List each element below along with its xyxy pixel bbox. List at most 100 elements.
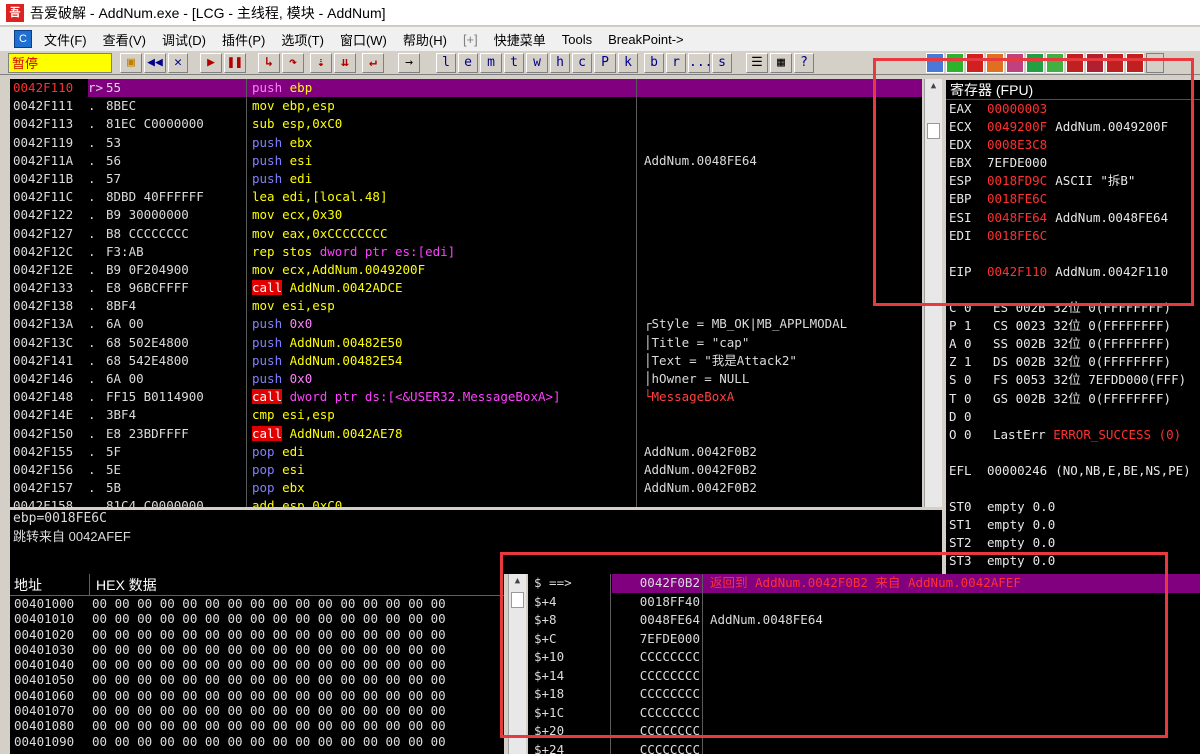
goto-icon[interactable]: → (398, 53, 420, 73)
disasm-row[interactable]: 0042F13C. 68 502E4800 push AddNum.00482E50… (10, 334, 922, 352)
disassembly-pane[interactable]: 0042F110 r> 55 push ebp 0042F111. 8BEC mov ebp… (10, 79, 922, 507)
toolbar-l[interactable]: l (436, 53, 456, 73)
register-name: A 0 (949, 336, 972, 352)
toolbar-ellipsis[interactable]: ... (688, 53, 712, 73)
register-line[interactable]: Z 1 DS 002B 32位 0(FFFFFFFF) (946, 353, 1200, 371)
menu-view[interactable]: 查看(V) (95, 30, 154, 49)
register-line[interactable]: EFL 00000246 (NO,NB,E,BE,NS,PE) (946, 462, 1200, 480)
toolbar-r[interactable]: r (666, 53, 686, 73)
register-line[interactable]: T 0 GS 002B 32位 0(FFFFFFFF) (946, 390, 1200, 408)
disasm-row[interactable]: 0042F122. B9 30000000 mov ecx,0x30 (10, 206, 922, 224)
disasm-row[interactable]: 0042F13A. 6A 00 push 0x0 ┌Style = MB_OK|MB_… (10, 315, 922, 333)
toolbar-k[interactable]: k (618, 53, 638, 73)
menu-breakpoint[interactable]: BreakPoint-> (600, 32, 692, 47)
toolbar-b[interactable]: b (644, 53, 664, 73)
register-line[interactable]: A 0 SS 002B 32位 0(FFFFFFFF) (946, 335, 1200, 353)
disasm-row[interactable]: 0042F12E. B9 0F204900 mov ecx,AddNum.00492… (10, 261, 922, 279)
memory-dump-pane[interactable]: 地址 HEX 数据 00401000 00 00 00 00 00 00 00 0… (10, 574, 504, 754)
toolbar-p[interactable]: P (594, 53, 616, 73)
dump-row[interactable]: 00401070 00 00 00 00 00 00 00 00 00 00 00… (10, 703, 504, 718)
dump-row[interactable]: 00401080 00 00 00 00 00 00 00 00 00 00 00… (10, 718, 504, 733)
disasm-row[interactable]: 0042F14E. 3BF4 cmp esi,esp (10, 406, 922, 424)
disasm-address: 0042F119 (13, 134, 74, 150)
menu-plugins[interactable]: 插件(P) (214, 30, 273, 49)
dump-row[interactable]: 00401060 00 00 00 00 00 00 00 00 00 00 00… (10, 688, 504, 703)
menu-file[interactable]: 文件(F) (36, 30, 95, 49)
register-line[interactable]: O 0 LastErr ERROR_SUCCESS (0) (946, 426, 1200, 444)
disasm-row[interactable]: 0042F127. B8 CCCCCCCC mov eax,0xCCCCCCCC (10, 225, 922, 243)
trace-into-icon[interactable]: ⇣ (310, 53, 332, 73)
toolbar-e[interactable]: e (458, 53, 478, 73)
dump-row[interactable]: 00401090 00 00 00 00 00 00 00 00 00 00 00… (10, 734, 504, 749)
dump-row[interactable]: 00401040 00 00 00 00 00 00 00 00 00 00 00… (10, 657, 504, 672)
dump-row[interactable]: 00401020 00 00 00 00 00 00 00 00 00 00 00… (10, 627, 504, 642)
toolbar-t[interactable]: t (504, 53, 524, 73)
disasm-row[interactable]: 0042F150. E8 23BDFFFF call AddNum.0042AE78 (10, 425, 922, 443)
disasm-row[interactable]: 0042F11A. 56 push esi AddNum.0048FE64 (10, 152, 922, 170)
help-icon[interactable]: ? (794, 53, 814, 73)
disasm-hex: 55 (106, 80, 122, 95)
menu-shortcut[interactable]: 快捷菜单 (486, 30, 554, 49)
register-line[interactable]: S 0 FS 0053 32位 7EFDD000(FFF) (946, 371, 1200, 389)
execute-till-return-icon[interactable]: ↵ (362, 53, 384, 73)
step-over-icon[interactable]: ↷ (282, 53, 304, 73)
disasm-row[interactable]: 0042F111. 8BEC mov ebp,esp (10, 97, 922, 115)
menu-plus[interactable]: [+] (455, 32, 486, 47)
disasm-row[interactable]: 0042F141. 68 542E4800 push AddNum.00482E54… (10, 352, 922, 370)
register-line[interactable] (946, 480, 1200, 498)
last-error-value: ERROR_SUCCESS (0) (1053, 426, 1182, 442)
step-into-icon[interactable]: ↳ (258, 53, 280, 73)
menu-help[interactable]: 帮助(H) (395, 30, 455, 49)
toolbar-s[interactable]: s (712, 53, 732, 73)
disasm-row[interactable]: 0042F148. FF15 B0114900 call dword ptr ds:… (10, 388, 922, 406)
list-icon[interactable]: ☰ (746, 53, 768, 73)
disasm-row[interactable]: 0042F138. 8BF4 mov esi,esp (10, 297, 922, 315)
dump-row[interactable]: 00401000 00 00 00 00 00 00 00 00 00 00 00… (10, 596, 504, 611)
dump-header-address[interactable]: 地址 (10, 574, 90, 595)
toolbar-m[interactable]: m (480, 53, 502, 73)
toolbar-h[interactable]: h (550, 53, 570, 73)
trace-over-icon[interactable]: ⇊ (334, 53, 356, 73)
open-file-icon[interactable]: ▣ (120, 53, 142, 73)
disasm-row[interactable]: 0042F157. 5B pop ebx AddNum.0042F0B2 (10, 479, 922, 497)
menu-window[interactable]: 窗口(W) (332, 30, 395, 49)
disasm-hex: 53 (106, 134, 122, 150)
dump-row[interactable]: 00401030 00 00 00 00 00 00 00 00 00 00 00… (10, 642, 504, 657)
disasm-row[interactable]: 0042F158. 81C4 C0000000 add esp,0xC0 (10, 497, 922, 507)
register-line[interactable]: D 0 (946, 408, 1200, 426)
disasm-row[interactable]: 0042F11C. 8DBD 40FFFFFF lea edi,[local.48] (10, 188, 922, 206)
register-line[interactable]: ST2 empty 0.0 (946, 534, 1200, 552)
dump-row[interactable]: 00401050 00 00 00 00 00 00 00 00 00 00 00… (10, 672, 504, 687)
dump-row[interactable]: 00401010 00 00 00 00 00 00 00 00 00 00 00… (10, 611, 504, 626)
window-icon[interactable]: ▦ (770, 53, 792, 73)
disasm-opcode: push (252, 334, 283, 350)
register-line[interactable]: ST0 empty 0.0 (946, 498, 1200, 516)
disasm-row[interactable]: 0042F155. 5F pop edi AddNum.0042F0B2 (10, 443, 922, 461)
run-icon[interactable]: ▶ (200, 53, 222, 73)
disasm-row[interactable]: 0042F110 r> 55 push ebp (10, 79, 922, 98)
menu-debug[interactable]: 调试(D) (154, 30, 214, 49)
disasm-row[interactable]: 0042F133. E8 96BCFFFF call AddNum.0042ADCE (10, 279, 922, 297)
stack-row[interactable]: $+24 CCCCCCCC (528, 741, 1200, 754)
menu-tools[interactable]: Tools (554, 32, 600, 47)
toolbar-c[interactable]: c (572, 53, 592, 73)
menu-options[interactable]: 选项(T) (273, 30, 332, 49)
disasm-operands: eax,0xCCCCCCCC (282, 225, 388, 241)
disasm-row[interactable]: 0042F113. 81EC C0000000 sub esp,0xC0 (10, 115, 922, 133)
pause-icon[interactable]: ❚❚ (224, 53, 246, 73)
disasm-comment (638, 425, 922, 443)
app-menu-icon[interactable]: C (14, 30, 32, 48)
close-debug-icon[interactable]: ✕ (168, 53, 188, 73)
disasm-row[interactable]: 0042F11B. 57 push edi (10, 170, 922, 188)
toolbar-w[interactable]: w (526, 53, 548, 73)
register-line[interactable]: P 1 CS 0023 32位 0(FFFFFFFF) (946, 317, 1200, 335)
disasm-row[interactable]: 0042F12C. F3:AB rep stos dword ptr es:[edi… (10, 243, 922, 261)
register-line[interactable] (946, 444, 1200, 462)
disasm-opcode: push (252, 152, 283, 168)
register-line[interactable]: ST1 empty 0.0 (946, 516, 1200, 534)
dump-header-hex[interactable]: HEX 数据 (90, 574, 157, 595)
restart-icon[interactable]: ◀◀ (144, 53, 166, 73)
disasm-row[interactable]: 0042F146. 6A 00 push 0x0 │hOwner = NULL (10, 370, 922, 388)
disasm-row[interactable]: 0042F119. 53 push ebx (10, 134, 922, 152)
disasm-row[interactable]: 0042F156. 5E pop esi AddNum.0042F0B2 (10, 461, 922, 479)
